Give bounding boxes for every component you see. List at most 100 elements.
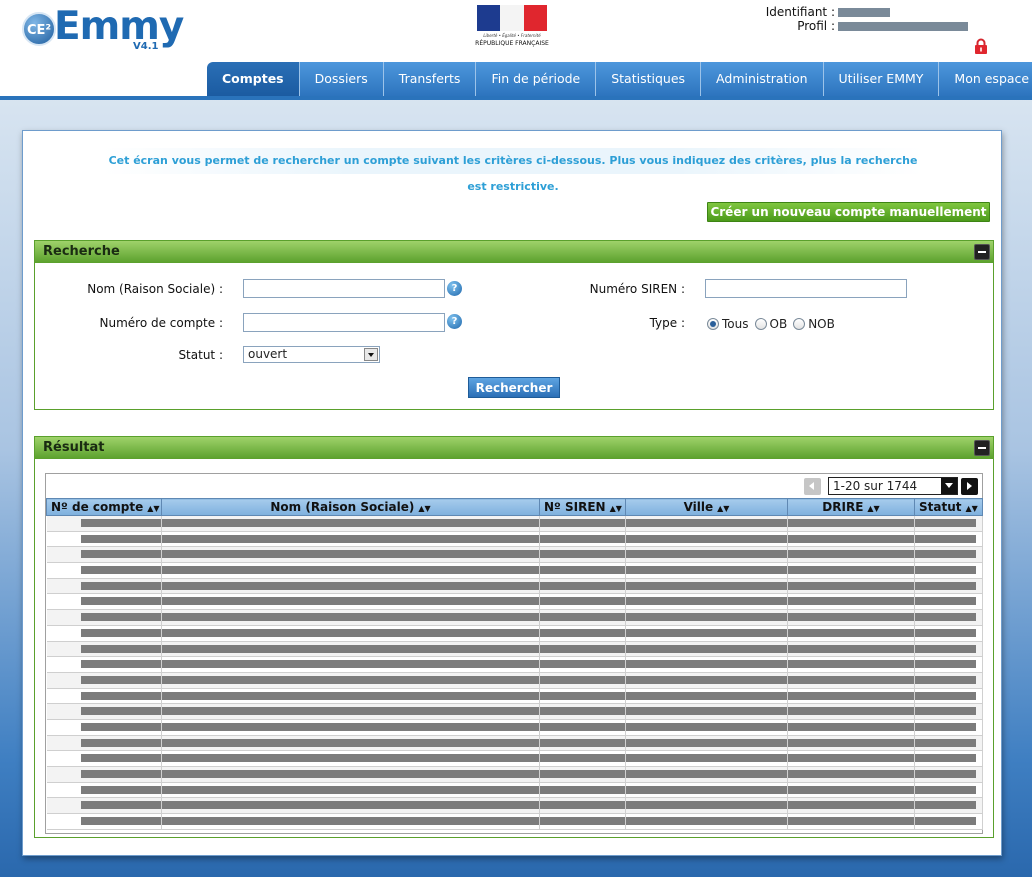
collapse-results-icon[interactable] <box>974 440 990 456</box>
col-header-ville[interactable]: Ville ▲▼ <box>625 498 788 516</box>
lock-icon[interactable] <box>974 38 988 54</box>
redacted-value <box>626 550 787 559</box>
previous-page-icon[interactable] <box>804 477 821 495</box>
table-cell <box>625 735 788 752</box>
table-row[interactable] <box>46 625 983 642</box>
emmy-logo[interactable]: CE² Emmy V4.1 <box>22 4 184 54</box>
table-row[interactable] <box>46 766 983 783</box>
tab-statistiques[interactable]: Statistiques <box>596 62 702 96</box>
redacted-value <box>162 581 539 590</box>
table-cell <box>625 782 788 799</box>
table-row[interactable] <box>46 656 983 673</box>
table-cell <box>787 625 915 642</box>
table-cell <box>46 813 162 830</box>
identifiant-label: Identifiant : <box>765 5 835 19</box>
table-row[interactable] <box>46 531 983 548</box>
profil-label: Profil : <box>797 19 835 33</box>
redacted-value <box>162 691 539 700</box>
redacted-value <box>788 660 914 669</box>
redacted-value <box>915 691 976 700</box>
table-cell <box>625 546 788 564</box>
radio-tous[interactable] <box>707 318 719 330</box>
table-cell <box>787 656 915 673</box>
table-row[interactable] <box>46 813 983 830</box>
search-section-header: Recherche <box>35 241 993 263</box>
tab-transferts[interactable]: Transferts <box>383 62 477 96</box>
main-panel: Cet écran vous permet de rechercher un c… <box>22 130 1002 856</box>
col-header-drire[interactable]: DRIRE ▲▼ <box>787 498 915 516</box>
table-row[interactable] <box>46 593 983 611</box>
redacted-value <box>788 519 914 527</box>
table-row[interactable] <box>46 735 983 752</box>
redacted-value <box>915 534 976 543</box>
create-account-button[interactable]: Créer un nouveau compte manuellement <box>707 202 990 222</box>
next-page-icon[interactable] <box>961 477 978 495</box>
tab-utiliser-emmy[interactable]: Utiliser EMMY <box>823 62 940 96</box>
table-cell <box>161 656 540 673</box>
page-select[interactable]: 1-20 sur 1744 <box>828 477 958 495</box>
nom-input[interactable] <box>243 279 445 298</box>
table-row[interactable] <box>46 609 983 626</box>
sort-icon: ▲▼ <box>965 504 978 513</box>
redacted-value <box>788 785 914 794</box>
table-cell <box>914 656 983 673</box>
table-cell <box>46 672 162 689</box>
search-button[interactable]: Rechercher <box>468 377 560 398</box>
table-cell <box>539 813 626 830</box>
table-cell <box>161 546 540 564</box>
table-row[interactable] <box>46 797 983 815</box>
col-header-nom[interactable]: Nom (Raison Sociale) ▲▼ <box>161 498 540 516</box>
redacted-value <box>626 644 787 653</box>
collapse-search-icon[interactable] <box>974 244 990 260</box>
table-cell <box>161 688 540 705</box>
siren-input[interactable] <box>705 279 907 298</box>
table-row[interactable] <box>46 546 983 564</box>
table-row[interactable] <box>46 782 983 799</box>
redacted-value <box>80 644 161 653</box>
redacted-value <box>915 675 976 684</box>
table-cell <box>787 531 915 548</box>
redacted-value <box>540 754 625 763</box>
radio-ob[interactable] <box>754 318 767 330</box>
tab-fin-de-periode[interactable]: Fin de période <box>476 62 597 96</box>
table-row[interactable] <box>46 703 983 720</box>
table-row[interactable] <box>46 578 983 595</box>
table-cell <box>787 593 915 611</box>
table-cell <box>625 641 788 658</box>
tab-mon-espace[interactable]: Mon espace <box>939 62 1032 96</box>
table-row[interactable] <box>46 750 983 767</box>
col-header-siren[interactable]: Nº SIREN ▲▼ <box>539 498 626 516</box>
table-cell <box>914 531 983 548</box>
redacted-value <box>540 707 625 716</box>
col-header-statut[interactable]: Statut ▲▼ <box>914 498 983 516</box>
redacted-value <box>162 785 539 794</box>
tab-administration[interactable]: Administration <box>701 62 824 96</box>
table-row[interactable] <box>46 719 983 736</box>
search-section: Recherche Nom (Raison Sociale) : ? Numér… <box>34 240 994 410</box>
table-row[interactable] <box>46 672 983 689</box>
redacted-value <box>80 817 161 826</box>
redacted-value <box>540 817 625 826</box>
col-header-numero-compte[interactable]: Nº de compte ▲▼ <box>46 498 162 516</box>
results-section-header: Résultat <box>35 437 993 459</box>
version-label: V4.1 <box>133 41 159 52</box>
sort-icon: ▲▼ <box>717 504 730 513</box>
tab-comptes[interactable]: Comptes <box>207 62 300 96</box>
table-cell <box>161 531 540 548</box>
tab-dossiers[interactable]: Dossiers <box>299 62 384 96</box>
redacted-value <box>788 644 914 653</box>
table-row[interactable] <box>46 641 983 658</box>
table-cell <box>539 562 626 579</box>
table-cell <box>46 531 162 548</box>
search-section-title: Recherche <box>43 244 120 259</box>
statut-select[interactable]: ouvert <box>243 346 380 363</box>
nom-help-icon[interactable]: ? <box>447 281 462 296</box>
redacted-value <box>80 738 161 747</box>
radio-nob[interactable] <box>793 318 806 330</box>
table-row[interactable] <box>46 515 983 532</box>
compte-help-icon[interactable]: ? <box>447 314 462 329</box>
compte-input[interactable] <box>243 313 445 332</box>
table-row[interactable] <box>46 688 983 705</box>
table-row[interactable] <box>46 562 983 579</box>
table-cell <box>46 750 162 767</box>
